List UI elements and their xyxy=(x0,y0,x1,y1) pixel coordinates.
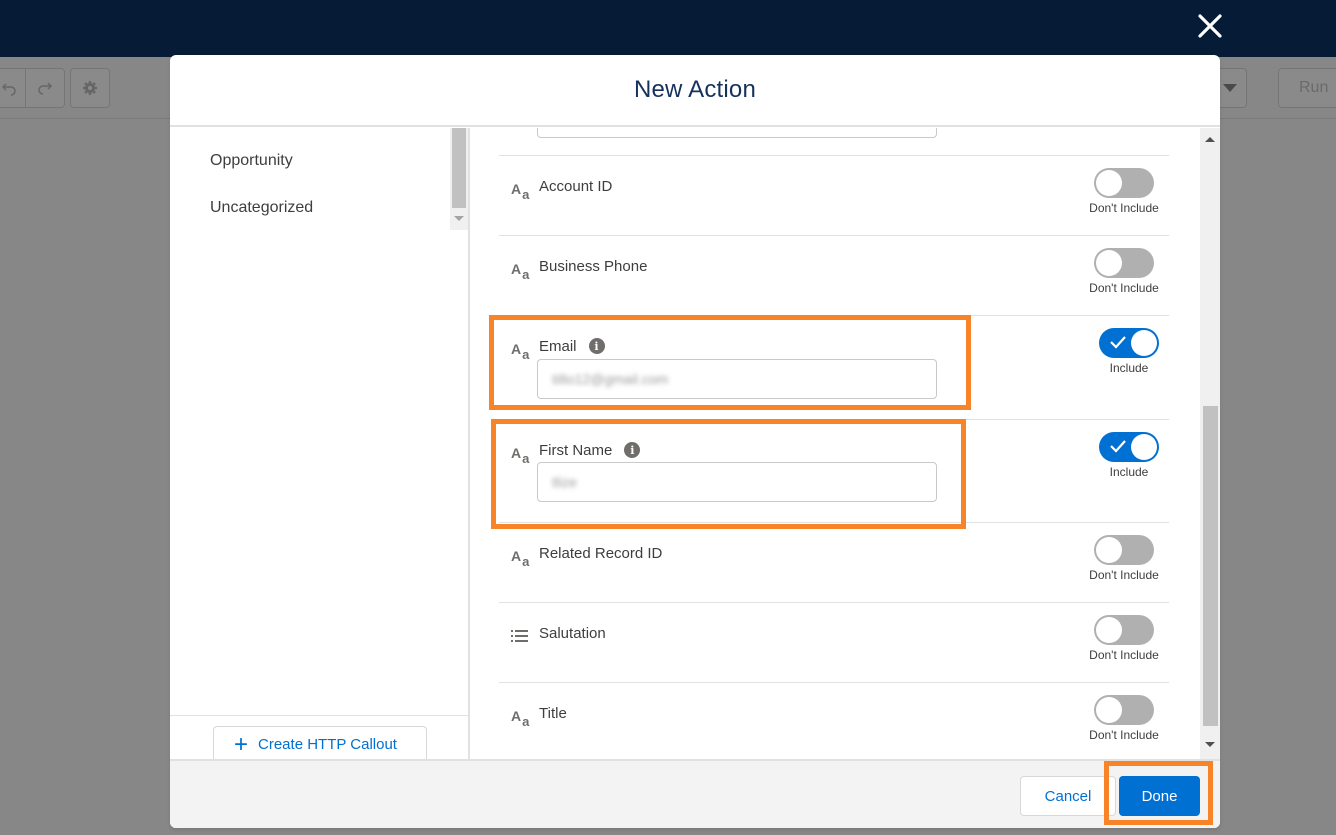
field-row-first-name: Aa First Name i tlize Include xyxy=(499,419,1169,522)
done-button[interactable]: Done xyxy=(1119,776,1200,816)
category-item-uncategorized[interactable]: Uncategorized xyxy=(210,199,313,217)
info-icon[interactable]: i xyxy=(624,442,641,458)
text-type-icon: Aa xyxy=(511,341,530,362)
include-toggle[interactable]: Include xyxy=(1089,328,1169,375)
toggle-label: Don't Include xyxy=(1089,281,1159,295)
text-type-icon: Aa xyxy=(511,261,530,282)
field-label: Business Phone xyxy=(539,257,648,275)
field-scrollbar[interactable] xyxy=(1200,128,1220,759)
category-pane: Opportunity Uncategorized + Create HTTP … xyxy=(170,128,470,776)
category-scrollbar-thumb[interactable] xyxy=(452,128,466,208)
check-icon xyxy=(1110,336,1126,349)
field-label: Account ID xyxy=(539,177,613,195)
scroll-down-arrow-icon[interactable] xyxy=(1205,742,1215,747)
category-pane-footer: + Create HTTP Callout xyxy=(170,715,468,776)
field-label: Title xyxy=(539,704,567,722)
cancel-button[interactable]: Cancel xyxy=(1020,776,1116,816)
category-scrollbar[interactable] xyxy=(450,128,468,230)
category-item-opportunity[interactable]: Opportunity xyxy=(210,152,293,170)
text-type-icon: Aa xyxy=(511,548,530,569)
toggle-label: Don't Include xyxy=(1089,568,1159,582)
run-button[interactable]: Run xyxy=(1278,68,1336,108)
field-label: Email xyxy=(539,337,577,355)
field-row-email: Aa Email i ti8o12@gmail.com Include xyxy=(499,315,1169,419)
category-list: Opportunity Uncategorized xyxy=(170,128,468,230)
include-toggle[interactable]: Don't Include xyxy=(1084,168,1164,215)
field-row-related-record-id: Aa Related Record ID Don't Include xyxy=(499,522,1169,602)
toggle-label: Include xyxy=(1109,465,1149,479)
field-row-salutation: Salutation Don't Include xyxy=(499,602,1169,682)
include-toggle[interactable]: Don't Include xyxy=(1084,695,1164,742)
redo-button[interactable] xyxy=(25,68,65,108)
redo-icon xyxy=(38,82,53,95)
close-icon xyxy=(1198,14,1222,38)
undo-icon xyxy=(1,83,16,96)
text-type-icon: Aa xyxy=(511,181,530,202)
email-input-value: ti8o12@gmail.com xyxy=(552,371,669,387)
close-modal-button[interactable] xyxy=(1192,8,1228,44)
field-pane: Aa Account ID Don't Include Aa Business … xyxy=(471,128,1220,759)
caret-down-icon xyxy=(1222,84,1237,92)
modal-body: Opportunity Uncategorized + Create HTTP … xyxy=(170,128,1220,776)
text-type-icon: Aa xyxy=(511,708,530,729)
toggle-label: Don't Include xyxy=(1089,728,1159,742)
scroll-up-arrow-icon[interactable] xyxy=(1205,137,1215,142)
field-label: Related Record ID xyxy=(539,544,663,562)
check-icon xyxy=(1110,440,1126,453)
include-toggle[interactable]: Include xyxy=(1089,432,1169,479)
toggle-label: Don't Include xyxy=(1089,648,1159,662)
include-toggle[interactable]: Don't Include xyxy=(1084,248,1164,295)
run-label: Run xyxy=(1299,79,1329,96)
app-header-bar xyxy=(0,0,1336,57)
toggle-label: Include xyxy=(1109,361,1149,375)
new-action-modal: New Action Opportunity Uncategorized + C… xyxy=(170,55,1220,828)
scroll-down-arrow-icon[interactable] xyxy=(454,216,464,221)
previous-field-input[interactable] xyxy=(537,128,937,138)
text-type-icon: Aa xyxy=(511,445,530,466)
settings-button[interactable] xyxy=(70,68,110,108)
field-row-account-id: Aa Account ID Don't Include xyxy=(499,155,1169,235)
toggle-label: Don't Include xyxy=(1089,201,1159,215)
gear-icon xyxy=(83,81,97,95)
first-name-input-value: tlize xyxy=(552,474,577,490)
create-http-callout-label: Create HTTP Callout xyxy=(258,736,397,753)
email-input[interactable]: ti8o12@gmail.com xyxy=(537,359,937,399)
first-name-input[interactable]: tlize xyxy=(537,462,937,502)
modal-title: New Action xyxy=(633,76,757,103)
modal-footer: Cancel Done xyxy=(170,759,1220,828)
modal-header: New Action xyxy=(170,55,1220,127)
field-row-business-phone: Aa Business Phone Don't Include xyxy=(499,235,1169,315)
field-scrollbar-thumb[interactable] xyxy=(1203,406,1218,726)
plus-icon: + xyxy=(234,731,249,758)
field-label: Salutation xyxy=(539,624,606,642)
info-icon[interactable]: i xyxy=(588,338,605,354)
field-label: First Name xyxy=(539,441,613,459)
picklist-icon xyxy=(511,623,539,643)
field-row-title: Aa Title Don't Include xyxy=(499,682,1169,759)
include-toggle[interactable]: Don't Include xyxy=(1084,615,1164,662)
undo-button[interactable] xyxy=(0,68,26,108)
include-toggle[interactable]: Don't Include xyxy=(1084,535,1164,582)
